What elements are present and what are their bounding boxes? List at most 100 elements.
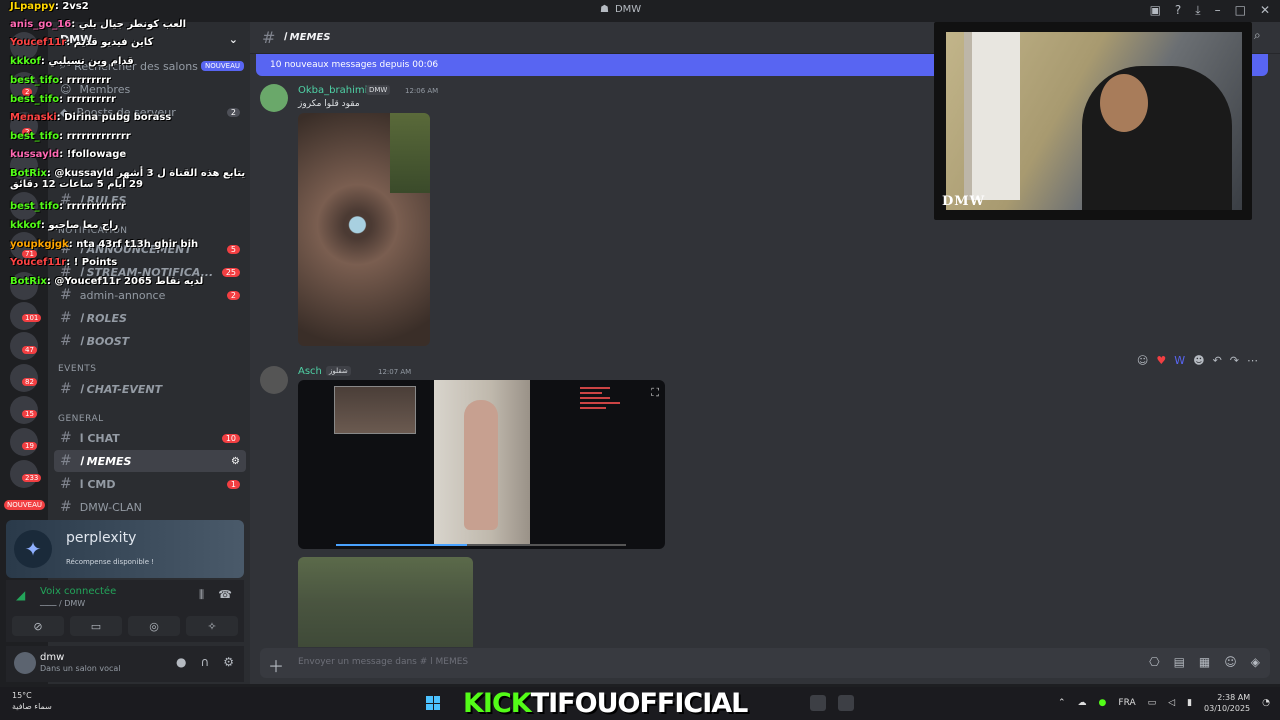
taskbar-app-icon[interactable] <box>810 695 826 711</box>
message-author[interactable]: Okba_brahimi <box>298 85 367 96</box>
weather-widget[interactable]: 15°C سماء صافية <box>12 690 52 712</box>
chevron-down-icon: ⌄ <box>228 32 238 46</box>
system-tray: ⌃ ☁ ● FRA ▭ ◁ ▮ 2:38 AM 03/10/2025 ◔ <box>1058 692 1270 714</box>
promo-card[interactable]: ✦ perplexity Récompense disponible ! <box>6 520 244 578</box>
add-reaction-icon[interactable]: ☻ <box>1193 354 1204 367</box>
battery-icon[interactable]: ▮ <box>1187 698 1192 708</box>
network-icon[interactable]: ▭ <box>1148 698 1157 708</box>
soundboard-button[interactable]: ✧ <box>186 616 238 636</box>
channel-roles[interactable]: # ا ROLES <box>54 307 246 329</box>
disconnect-icon[interactable]: ☎ <box>218 588 232 601</box>
camera-off-button[interactable]: ⊘ <box>12 616 64 636</box>
message-input[interactable]: ＋ Envoyer un message dans # ا MEMES ⎔ ▤ … <box>260 648 1270 678</box>
image-attachment[interactable] <box>298 557 473 647</box>
fullscreen-icon[interactable]: ⛶ <box>651 386 659 400</box>
search-channels[interactable]: ⌕ Rechercher des salons NOUVEAU <box>54 55 246 77</box>
inbox-icon[interactable]: ▣ <box>1150 3 1161 18</box>
guild-tag: DMW <box>366 85 391 95</box>
rail-badge: 233 <box>22 474 42 482</box>
video-progress[interactable] <box>336 544 626 546</box>
message-text: مقود قلوا مكروز <box>298 99 360 109</box>
maximize-button[interactable]: □ <box>1235 3 1246 18</box>
server-icon[interactable] <box>10 152 38 180</box>
sticker-icon[interactable]: ▦ <box>1199 655 1210 669</box>
notification-icon[interactable]: ◔ <box>1262 698 1270 708</box>
voice-status[interactable]: Voix connectée <box>40 586 116 597</box>
minimize-button[interactable]: – <box>1215 3 1221 18</box>
add-attachment-icon[interactable]: ＋ <box>268 653 284 677</box>
message-actions: ☺ ♥ W ☻ ↶ ↷ ⋯ <box>1137 354 1258 367</box>
close-button[interactable]: ✕ <box>1260 3 1270 18</box>
rail-badge: 101 <box>22 314 42 322</box>
avatar[interactable] <box>260 84 288 112</box>
hash-icon: # <box>60 310 72 326</box>
window-controls: ▣ ? ⤓ – □ ✕ <box>1150 3 1270 18</box>
hash-icon: # <box>60 264 72 280</box>
apps-icon[interactable]: ◈ <box>1251 655 1260 669</box>
new-badge: NOUVEAU <box>201 61 244 71</box>
server-icon[interactable] <box>10 192 38 220</box>
user-panel: dmw Dans un salon vocal ● ∩ ⚙ <box>6 646 244 682</box>
more-icon[interactable]: ⋯ <box>1247 354 1258 367</box>
forward-icon[interactable]: ↷ <box>1230 354 1239 367</box>
channel-rules[interactable]: # ا RULES <box>54 189 246 211</box>
microphone-icon[interactable]: ● <box>176 655 186 669</box>
download-icon[interactable]: ⤓ <box>1195 3 1200 18</box>
chevron-up-icon[interactable]: ⌃ <box>1058 698 1066 708</box>
kick-banner: KICK TIFOUOFFICIAL <box>463 688 748 719</box>
volume-icon[interactable]: ◁ <box>1168 698 1175 708</box>
gif-icon[interactable]: ▤ <box>1174 655 1185 669</box>
channel-memes[interactable]: # ا MEMES ⚙ <box>54 450 246 472</box>
voice-panel: ◢ Voix connectée ـــــــ / DMW ⫼ ☎ ⊘ ▭ ◎… <box>6 580 244 642</box>
channel-dmw-clan[interactable]: # DMW-CLAN <box>54 496 246 518</box>
category-events[interactable]: EVENTS <box>58 364 96 374</box>
noise-suppression-icon[interactable]: ⫼ <box>199 588 204 602</box>
channel-boost[interactable]: # ا BOOST <box>54 330 246 352</box>
screen-share-button[interactable]: ▭ <box>70 616 122 636</box>
badge: 2 <box>226 107 240 117</box>
sidebar-item-members[interactable]: ☺ Membres <box>54 78 246 100</box>
microphone-icon[interactable]: ● <box>1099 698 1107 708</box>
category-general[interactable]: GENERAL <box>58 414 104 424</box>
clock[interactable]: 2:38 AM 03/10/2025 <box>1204 692 1250 714</box>
channel-stream-notifications[interactable]: # ا STREAM-NOTIFICA... 25 <box>54 261 246 283</box>
video-attachment[interactable]: ⛶ <box>298 380 665 549</box>
emoji-icon[interactable]: ☺ <box>1224 655 1237 669</box>
headphones-icon[interactable]: ∩ <box>200 655 209 669</box>
channel-cmd[interactable]: # ا CMD 1 <box>54 473 246 495</box>
promo-subtitle: Récompense disponible ! <box>66 558 155 566</box>
channel-announcement[interactable]: # ا ANNOUNCEMENT 5 <box>54 238 246 260</box>
message-author[interactable]: Asch <box>298 366 322 377</box>
help-icon[interactable]: ? <box>1175 3 1181 18</box>
user-name: dmw <box>40 652 65 663</box>
server-icon[interactable] <box>10 272 38 300</box>
cloud-icon[interactable]: ☁ <box>1078 698 1087 708</box>
cat-image[interactable] <box>298 113 430 346</box>
avatar[interactable] <box>260 366 288 394</box>
video-frame <box>334 386 416 434</box>
gift-icon[interactable]: ⎔ <box>1149 655 1159 669</box>
hash-icon: # <box>60 430 72 446</box>
taskbar: 15°C سماء صافية KICK TIFOUOFFICIAL ⌃ ☁ ●… <box>0 687 1280 720</box>
server-name[interactable]: DMW ⌄ <box>54 28 246 50</box>
windows-start-icon[interactable] <box>426 696 440 710</box>
channel-chat[interactable]: # ا CHAT 10 <box>54 427 246 449</box>
language-indicator[interactable]: FRA <box>1118 698 1135 708</box>
category-notification[interactable]: NOTIFICATION <box>58 226 128 236</box>
app-icon[interactable]: W <box>1174 354 1185 367</box>
emoji-icon[interactable]: ☺ <box>1137 354 1148 367</box>
server-icon[interactable] <box>10 32 38 60</box>
sidebar-item-boosts[interactable]: ◆ Boosts de serveur 2 <box>54 101 246 123</box>
settings-icon[interactable]: ⚙ <box>223 655 234 669</box>
avatar[interactable] <box>14 652 36 674</box>
channel-chat-event[interactable]: # ا CHAT-EVENT <box>54 378 246 400</box>
heart-icon[interactable]: ♥ <box>1156 354 1166 367</box>
channel-admin-annonce[interactable]: # admin-annonce 2 <box>54 284 246 306</box>
taskbar-app-icon[interactable] <box>838 695 854 711</box>
activity-button[interactable]: ◎ <box>128 616 180 636</box>
search-icon[interactable]: ⌕ <box>1254 28 1261 43</box>
user-status: Dans un salon vocal <box>40 664 121 673</box>
voice-channel: ـــــــ / DMW <box>40 599 86 608</box>
reply-icon[interactable]: ↶ <box>1213 354 1222 367</box>
settings-icon[interactable]: ⚙ <box>231 456 240 467</box>
